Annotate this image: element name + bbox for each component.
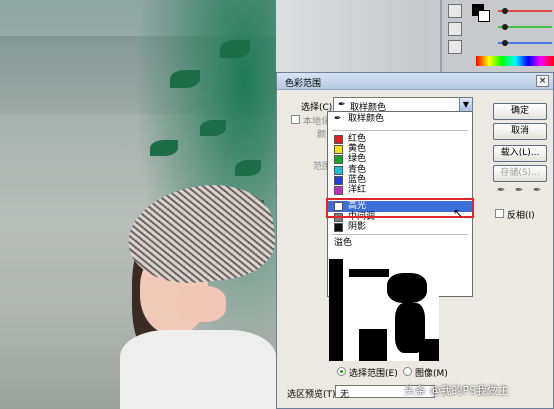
color-swatch-icon xyxy=(334,155,343,164)
photo-leaf xyxy=(220,40,250,58)
eyedropper-plus-icon[interactable]: ✒ xyxy=(515,185,523,196)
color-swatch-icon xyxy=(334,145,343,154)
select-dropdown[interactable]: ✒ 取样颜色 ▼ xyxy=(333,97,473,113)
selection-preview-label: 选区预览(T): xyxy=(287,390,339,400)
eyedropper-minus-icon[interactable]: ✒ xyxy=(533,185,541,196)
photo-leaf xyxy=(150,140,178,156)
load-button[interactable]: 载入(L)... xyxy=(493,145,547,162)
mouse-cursor-icon: ↖ xyxy=(453,206,464,220)
menu-item-label: 洋红 xyxy=(348,185,367,195)
tool-icon[interactable] xyxy=(448,4,462,18)
photo-leaf xyxy=(235,160,261,176)
green-slider-knob[interactable] xyxy=(502,24,508,30)
menu-item-label: 阴影 xyxy=(348,222,367,232)
color-swatch-icon xyxy=(334,223,343,232)
ok-button[interactable]: 确定 xyxy=(493,103,547,120)
localized-checkbox[interactable] xyxy=(291,115,300,124)
menu-separator xyxy=(332,234,468,235)
invert-checkbox[interactable] xyxy=(495,209,504,218)
selection-radio-label: 选择范围(E) xyxy=(349,369,398,379)
preview-shape xyxy=(419,339,439,361)
photoshop-panels xyxy=(276,0,554,72)
image-radio[interactable] xyxy=(403,367,412,376)
photo-hand xyxy=(178,286,226,322)
cancel-button[interactable]: 取消 xyxy=(493,123,547,140)
color-swatch-icon xyxy=(334,135,343,144)
eyedropper-icon: ✒ xyxy=(338,100,346,110)
photo-shirt xyxy=(120,330,276,409)
color-swatch-icon xyxy=(334,186,343,195)
menu-item-label: 溢色 xyxy=(334,238,353,248)
menu-item[interactable]: ✒ 取样颜色 xyxy=(328,114,472,125)
tool-icon[interactable] xyxy=(448,40,462,54)
menu-item-label: 取样颜色 xyxy=(348,114,385,124)
menu-item-label: 绿色 xyxy=(348,154,367,164)
menu-item[interactable]: 洋红 xyxy=(328,185,472,196)
panel-strip xyxy=(276,0,428,72)
invert-label: 反相(I) xyxy=(507,211,535,221)
background-color-swatch[interactable] xyxy=(478,10,490,22)
dialog-title: 色彩范围 xyxy=(285,79,322,89)
preview-shape xyxy=(359,329,387,361)
color-range-dialog: 色彩范围 × 选择(C): ✒ 取样颜色 ▼ 本地化颜 颜色 范围 ✒ 取样颜色红… xyxy=(276,72,554,409)
background-photo xyxy=(0,0,276,409)
blue-slider-knob[interactable] xyxy=(502,40,508,46)
close-icon[interactable]: × xyxy=(536,75,549,87)
color-swatch-icon xyxy=(334,166,343,175)
red-slider-knob[interactable] xyxy=(502,8,508,14)
save-button[interactable]: 存储(S)... xyxy=(493,165,547,182)
preview-shape xyxy=(349,269,389,277)
selection-preview-value: 无 xyxy=(340,390,350,400)
tool-icon[interactable] xyxy=(448,22,462,36)
chevron-down-icon[interactable]: ▼ xyxy=(459,98,472,111)
eyedropper-icon: ✒ xyxy=(334,114,342,124)
watermark-text: 头条 @我的PS我做主 xyxy=(404,384,510,397)
photo-leaf xyxy=(200,120,226,136)
color-ramp[interactable] xyxy=(476,56,554,66)
preview-shape xyxy=(387,273,427,303)
preview-shape xyxy=(329,259,343,361)
color-swatch-icon xyxy=(334,176,343,185)
menu-separator xyxy=(332,130,468,131)
highlight-annotation-box xyxy=(326,198,474,218)
menu-item[interactable]: 阴影 xyxy=(328,222,472,233)
image-radio-label: 图像(M) xyxy=(415,369,448,379)
selection-radio[interactable] xyxy=(337,367,346,376)
photo-leaf xyxy=(170,70,200,88)
menu-item[interactable]: 溢色 xyxy=(328,238,472,249)
dialog-titlebar[interactable]: 色彩范围 xyxy=(277,73,553,90)
panel-divider xyxy=(440,0,442,72)
eyedropper-icon[interactable]: ✒ xyxy=(497,185,505,196)
menu-item[interactable]: 绿色 xyxy=(328,154,472,165)
selection-preview-image xyxy=(329,259,439,361)
